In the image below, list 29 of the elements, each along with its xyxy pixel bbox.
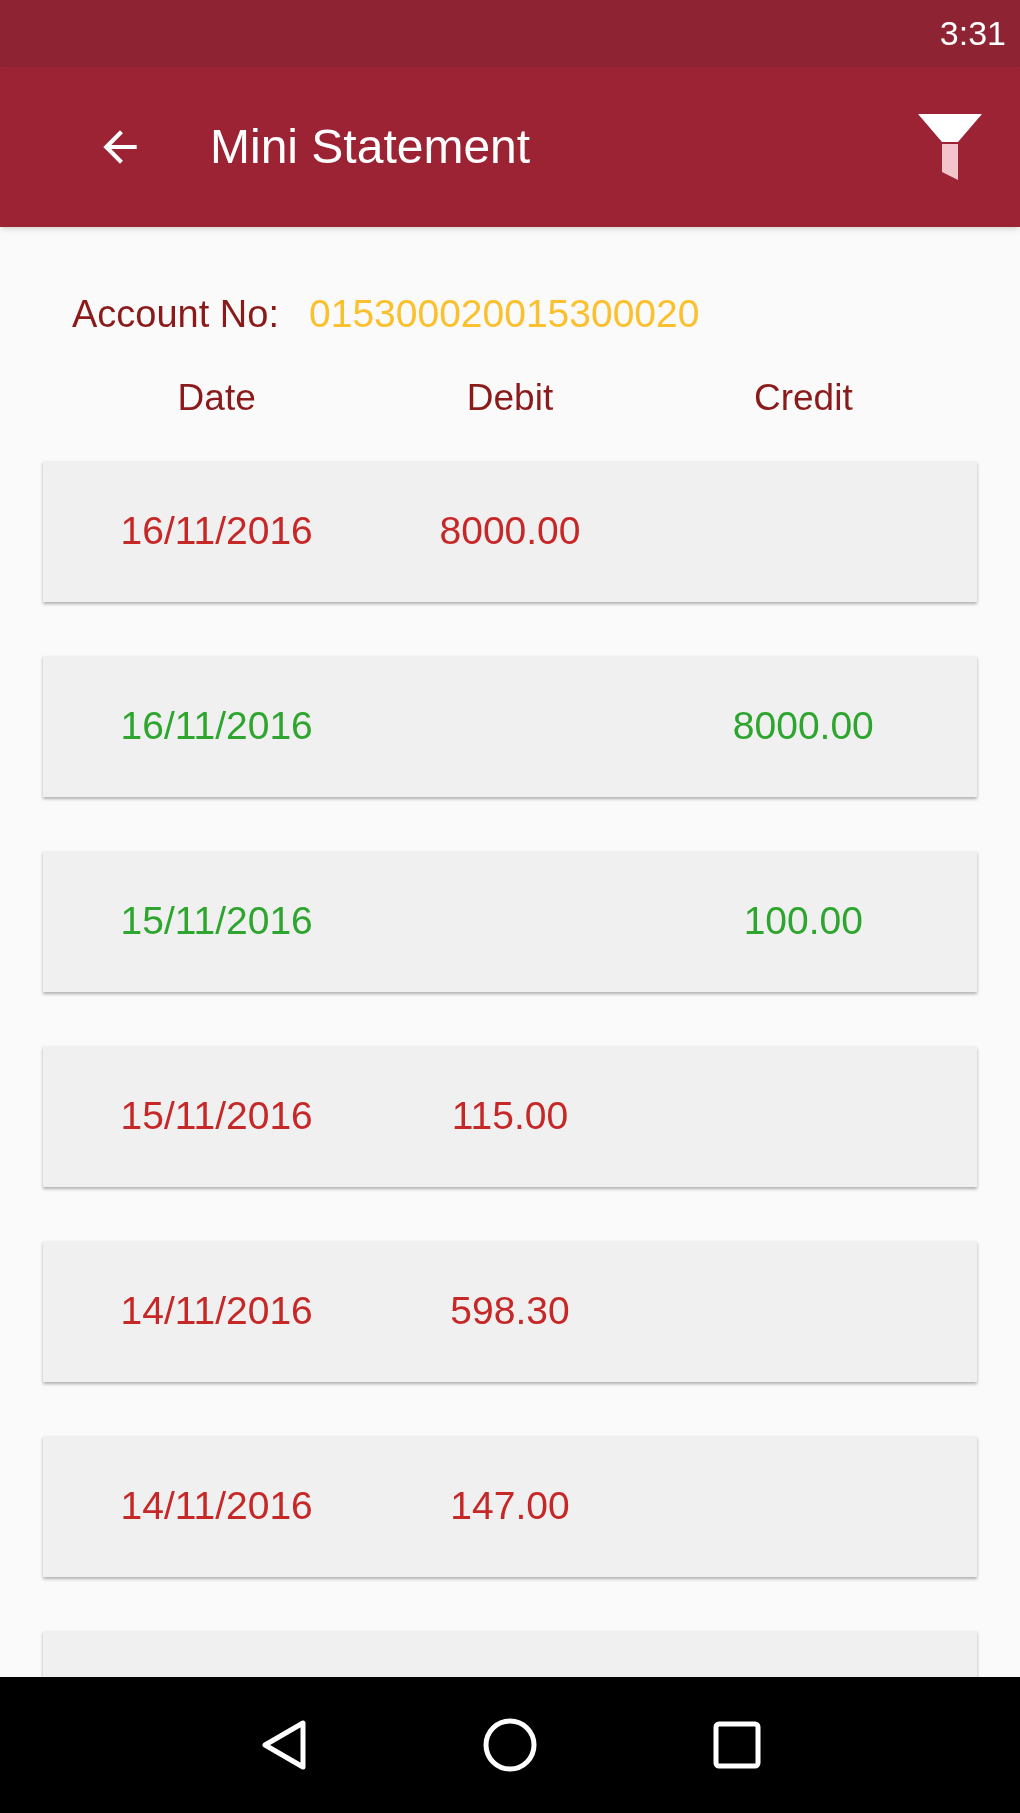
transaction-card[interactable]: 14/11/2016 147.00 [43, 1436, 977, 1577]
transaction-card[interactable]: 15/11/2016 115.00 [43, 1046, 977, 1187]
transaction-date: 15/11/2016 [119, 1093, 314, 1140]
triangle-icon [259, 1719, 308, 1771]
transaction-date: 16/11/2016 [119, 703, 314, 750]
status-time: 3:31 [939, 13, 1006, 54]
page-title: Mini Statement [210, 119, 532, 175]
transaction-date: 15/11/2016 [119, 898, 314, 945]
transaction-card[interactable]: 16/11/2016 8000.00 [43, 656, 977, 797]
debit-amount: 8000.00 [439, 509, 581, 553]
column-header: Debit [465, 375, 555, 420]
circle-icon [483, 1718, 537, 1772]
debit-amount: 147.00 [450, 1484, 570, 1528]
transaction-card[interactable]: 15/11/2016 100.00 [43, 851, 977, 992]
transaction-date: 14/11/2016 [119, 1288, 314, 1335]
credit-amount: 8000.00 [732, 704, 874, 748]
transaction-card[interactable]: 14/11/2016 598.30 [43, 1241, 977, 1382]
transaction-date: 16/11/2016 [119, 508, 314, 555]
column-header: Credit [752, 375, 854, 420]
square-icon [712, 1721, 761, 1769]
filter-icon [918, 114, 982, 180]
account-label: Account No: [72, 291, 279, 337]
credit-amount: 100.00 [743, 899, 863, 943]
debit-amount: 115.00 [451, 1094, 569, 1138]
transaction-card[interactable]: 16/11/2016 8000.00 [43, 461, 977, 602]
column-header: Date [176, 375, 257, 420]
transaction-date: 14/11/2016 [119, 1483, 314, 1530]
account-number: 015300020015300020 [309, 291, 700, 337]
debit-amount: 598.30 [450, 1289, 570, 1333]
